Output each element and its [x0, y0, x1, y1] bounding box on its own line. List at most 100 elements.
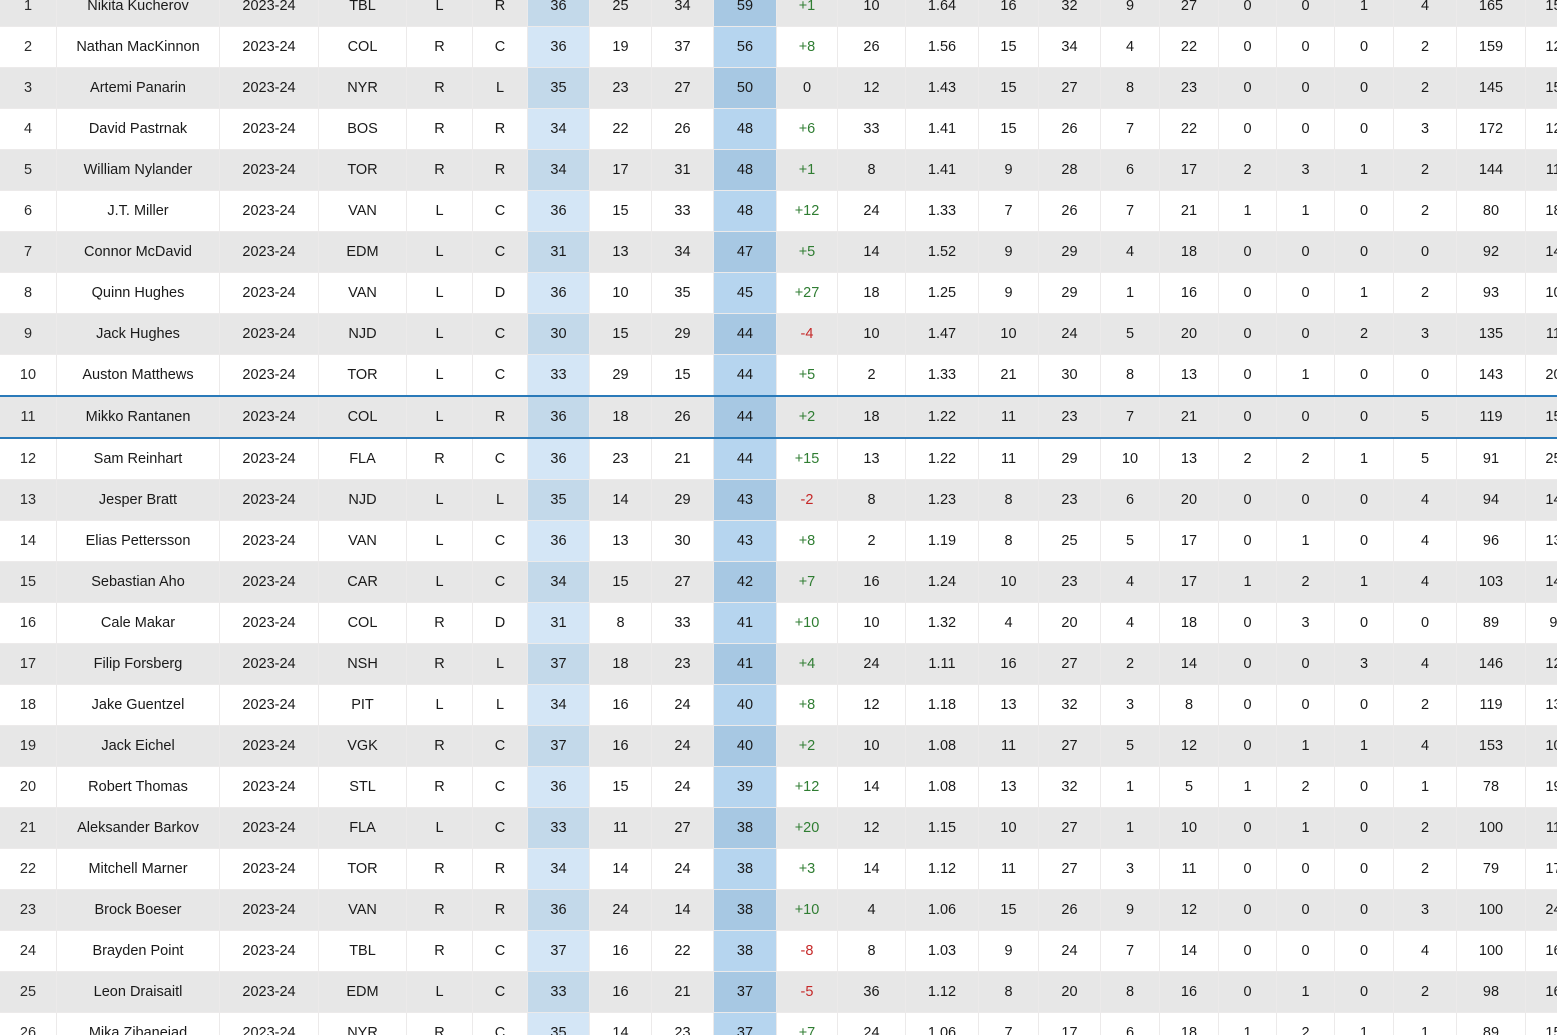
spct-cell: 12.3	[1525, 643, 1557, 685]
ppp-cell: 24	[1038, 930, 1101, 972]
shots-cell: 159	[1456, 26, 1526, 68]
season-cell: 2023-24	[219, 561, 319, 603]
season-cell: 2023-24	[219, 0, 319, 27]
shg-cell: 4	[1100, 231, 1160, 273]
gwg-cell: 0	[1276, 930, 1335, 972]
player-name-cell[interactable]: Sebastian Aho	[56, 561, 220, 603]
table-row[interactable]: 21 Aleksander Barkov 2023-24 FLA L C 33 11 27 38 +…	[0, 807, 1557, 849]
pim-cell: 2	[837, 520, 906, 562]
table-row[interactable]: 3 Artemi Panarin 2023-24 NYR R L 35 23 27 50 0 12 1.…	[0, 67, 1557, 109]
shoots-cell: L	[406, 520, 473, 562]
table-row[interactable]: 12 Sam Reinhart 2023-24 FLA R C 36 23 21 44 +15 13 1…	[0, 438, 1557, 480]
player-name-cell[interactable]: Sam Reinhart	[56, 438, 220, 480]
player-name-cell[interactable]: Cale Makar	[56, 602, 220, 644]
player-name-cell[interactable]: Quinn Hughes	[56, 272, 220, 314]
pgp-cell: 1.06	[905, 1012, 979, 1035]
gwg-cell: 1	[1276, 354, 1335, 397]
player-name-cell[interactable]: J.T. Miller	[56, 190, 220, 232]
player-name-cell[interactable]: Auston Matthews	[56, 354, 220, 397]
table-row[interactable]: 1 Nikita Kucherov 2023-24 TBL L R 36 25 34 59 +1 10…	[0, 0, 1557, 27]
table-row[interactable]: 17 Filip Forsberg 2023-24 NSH R L 37 18 23 41 +4 24…	[0, 643, 1557, 685]
player-name-cell[interactable]: David Pastrnak	[56, 108, 220, 150]
player-name-cell[interactable]: Nathan MacKinnon	[56, 26, 220, 68]
player-name-cell[interactable]: Jake Guentzel	[56, 684, 220, 726]
plus-minus-cell: +1	[776, 0, 838, 27]
table-row[interactable]: 2 Nathan MacKinnon 2023-24 COL R C 36 19 37 56 +8 2…	[0, 26, 1557, 68]
player-name-cell[interactable]: Elias Pettersson	[56, 520, 220, 562]
pos-cell: C	[472, 190, 528, 232]
player-name-cell[interactable]: Artemi Panarin	[56, 67, 220, 109]
player-name-cell[interactable]: Nikita Kucherov	[56, 0, 220, 27]
player-name-cell[interactable]: Filip Forsberg	[56, 643, 220, 685]
player-name-cell[interactable]: Brock Boeser	[56, 889, 220, 931]
table-row[interactable]: 16 Cale Makar 2023-24 COL R D 31 8 33 41 +10 10 1.32…	[0, 602, 1557, 644]
spct-cell: 15.2	[1525, 0, 1557, 27]
shg-cell: 9	[1100, 889, 1160, 931]
otg-cell: 0	[1218, 602, 1277, 644]
table-row[interactable]: 9 Jack Hughes 2023-24 NJD L C 30 15 29 44 -4 10 1.47…	[0, 313, 1557, 355]
otg-cell: 0	[1218, 479, 1277, 521]
season-cell: 2023-24	[219, 725, 319, 767]
table-row[interactable]: 23 Brock Boeser 2023-24 VAN R R 36 24 14 38 +10 4 1.…	[0, 889, 1557, 931]
shp-cell: 23	[1159, 67, 1219, 109]
table-row[interactable]: 6 J.T. Miller 2023-24 VAN L C 36 15 33 48 +12 24 1.3…	[0, 190, 1557, 232]
pgp-cell: 1.18	[905, 684, 979, 726]
spct-cell: 10.8	[1525, 272, 1557, 314]
otg-cell: 0	[1218, 971, 1277, 1013]
table-row[interactable]: 10 Auston Matthews 2023-24 TOR L C 33 29 15 44 +5 2…	[0, 354, 1557, 397]
table-row[interactable]: 22 Mitchell Marner 2023-24 TOR R R 34 14 24 38 +3 1…	[0, 848, 1557, 890]
table-row[interactable]: 14 Elias Pettersson 2023-24 VAN L C 36 13 30 43 +8…	[0, 520, 1557, 562]
table-row[interactable]: 7 Connor McDavid 2023-24 EDM L C 31 13 34 47 +5 14 1…	[0, 231, 1557, 273]
team-cell: TOR	[318, 354, 407, 397]
ppg-cell: 9	[978, 272, 1039, 314]
table-row[interactable]: 5 William Nylander 2023-24 TOR R R 34 17 31 48 +1 8…	[0, 149, 1557, 191]
team-cell: NJD	[318, 479, 407, 521]
shp-cell: 12	[1159, 725, 1219, 767]
table-row[interactable]: 19 Jack Eichel 2023-24 VGK R C 37 16 24 40 +2 10 1.0…	[0, 725, 1557, 767]
player-name-cell[interactable]: William Nylander	[56, 149, 220, 191]
player-name-cell[interactable]: Mitchell Marner	[56, 848, 220, 890]
table-row[interactable]: 26 Mika Zibanejad 2023-24 NYR R C 35 14 23 37 +7 24…	[0, 1012, 1557, 1035]
p-cell: 40	[713, 684, 777, 726]
season-cell: 2023-24	[219, 313, 319, 355]
player-name-cell[interactable]: Jack Hughes	[56, 313, 220, 355]
a-cell: 33	[651, 602, 714, 644]
pgp-cell: 1.47	[905, 313, 979, 355]
rank-cell: 13	[0, 479, 57, 521]
table-row[interactable]: 24 Brayden Point 2023-24 TBL R C 37 16 22 38 -8 8 1.…	[0, 930, 1557, 972]
ppg-cell: 13	[978, 684, 1039, 726]
plus-minus-cell: +27	[776, 272, 838, 314]
shp-cell: 20	[1159, 313, 1219, 355]
player-name-cell[interactable]: Connor McDavid	[56, 231, 220, 273]
pim-cell: 14	[837, 766, 906, 808]
table-row[interactable]: 25 Leon Draisaitl 2023-24 EDM L C 33 16 21 37 -5 36…	[0, 971, 1557, 1013]
table-row[interactable]: 15 Sebastian Aho 2023-24 CAR L C 34 15 27 42 +7 16 1…	[0, 561, 1557, 603]
rank-cell: 9	[0, 313, 57, 355]
player-name-cell[interactable]: Brayden Point	[56, 930, 220, 972]
table-row[interactable]: 8 Quinn Hughes 2023-24 VAN L D 36 10 35 45 +27 18 1.…	[0, 272, 1557, 314]
ppp-cell: 27	[1038, 725, 1101, 767]
player-name-cell[interactable]: Aleksander Barkov	[56, 807, 220, 849]
season-cell: 2023-24	[219, 848, 319, 890]
plus-minus-cell: 0	[776, 67, 838, 109]
table-row[interactable]: 11 Mikko Rantanen 2023-24 COL L R 36 18 26 44 +2 18…	[0, 395, 1557, 439]
player-name-cell[interactable]: Jesper Bratt	[56, 479, 220, 521]
player-name-cell[interactable]: Mikko Rantanen	[56, 395, 220, 439]
table-row[interactable]: 13 Jesper Bratt 2023-24 NJD L L 35 14 29 43 -2 8 1.2…	[0, 479, 1557, 521]
player-name-cell[interactable]: Robert Thomas	[56, 766, 220, 808]
table-row[interactable]: 18 Jake Guentzel 2023-24 PIT L L 34 16 24 40 +8 12 1…	[0, 684, 1557, 726]
player-name-cell[interactable]: Leon Draisaitl	[56, 971, 220, 1013]
pos-cell: R	[472, 0, 528, 27]
rank-cell: 23	[0, 889, 57, 931]
otg-cell: 2	[1218, 438, 1277, 480]
player-name-cell[interactable]: Mika Zibanejad	[56, 1012, 220, 1035]
sperc-cell: 4	[1393, 561, 1457, 603]
sog-cell: 0	[1334, 930, 1394, 972]
table-row[interactable]: 4 David Pastrnak 2023-24 BOS R R 34 22 26 48 +6 33 1…	[0, 108, 1557, 150]
pim-cell: 16	[837, 561, 906, 603]
sperc-cell: 5	[1393, 395, 1457, 439]
ppp-cell: 29	[1038, 231, 1101, 273]
player-name-cell[interactable]: Jack Eichel	[56, 725, 220, 767]
table-row[interactable]: 20 Robert Thomas 2023-24 STL R C 36 15 24 39 +12 14…	[0, 766, 1557, 808]
pos-cell: L	[472, 479, 528, 521]
